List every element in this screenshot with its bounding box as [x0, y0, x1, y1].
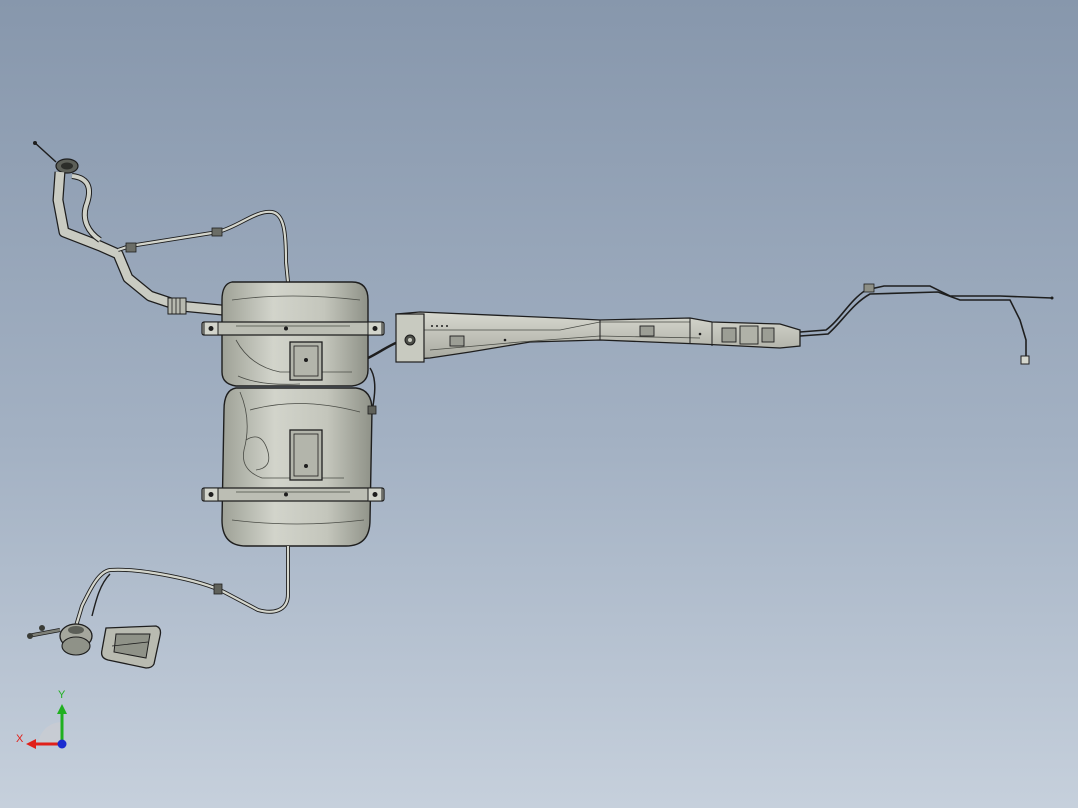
tank-connector-lines [367, 340, 399, 415]
graphics-viewport[interactable]: Y X [0, 0, 1078, 808]
coordinate-triad [26, 704, 67, 749]
triad-x-label: X [16, 733, 24, 745]
tank-strap-upper[interactable] [201, 321, 385, 336]
z-axis-dot [57, 739, 67, 749]
tank-strap-lower[interactable] [201, 487, 385, 502]
triad-y-label: Y [58, 689, 66, 701]
fuel-system-assembly-model[interactable] [0, 0, 1078, 808]
lower-vent-hose[interactable] [74, 546, 290, 627]
rear-fuel-lines[interactable] [799, 283, 1054, 365]
fuel-line-carrier-rail[interactable] [395, 311, 801, 363]
evap-canister-bracket[interactable] [27, 623, 162, 669]
triad-plane-shading [38, 721, 62, 744]
